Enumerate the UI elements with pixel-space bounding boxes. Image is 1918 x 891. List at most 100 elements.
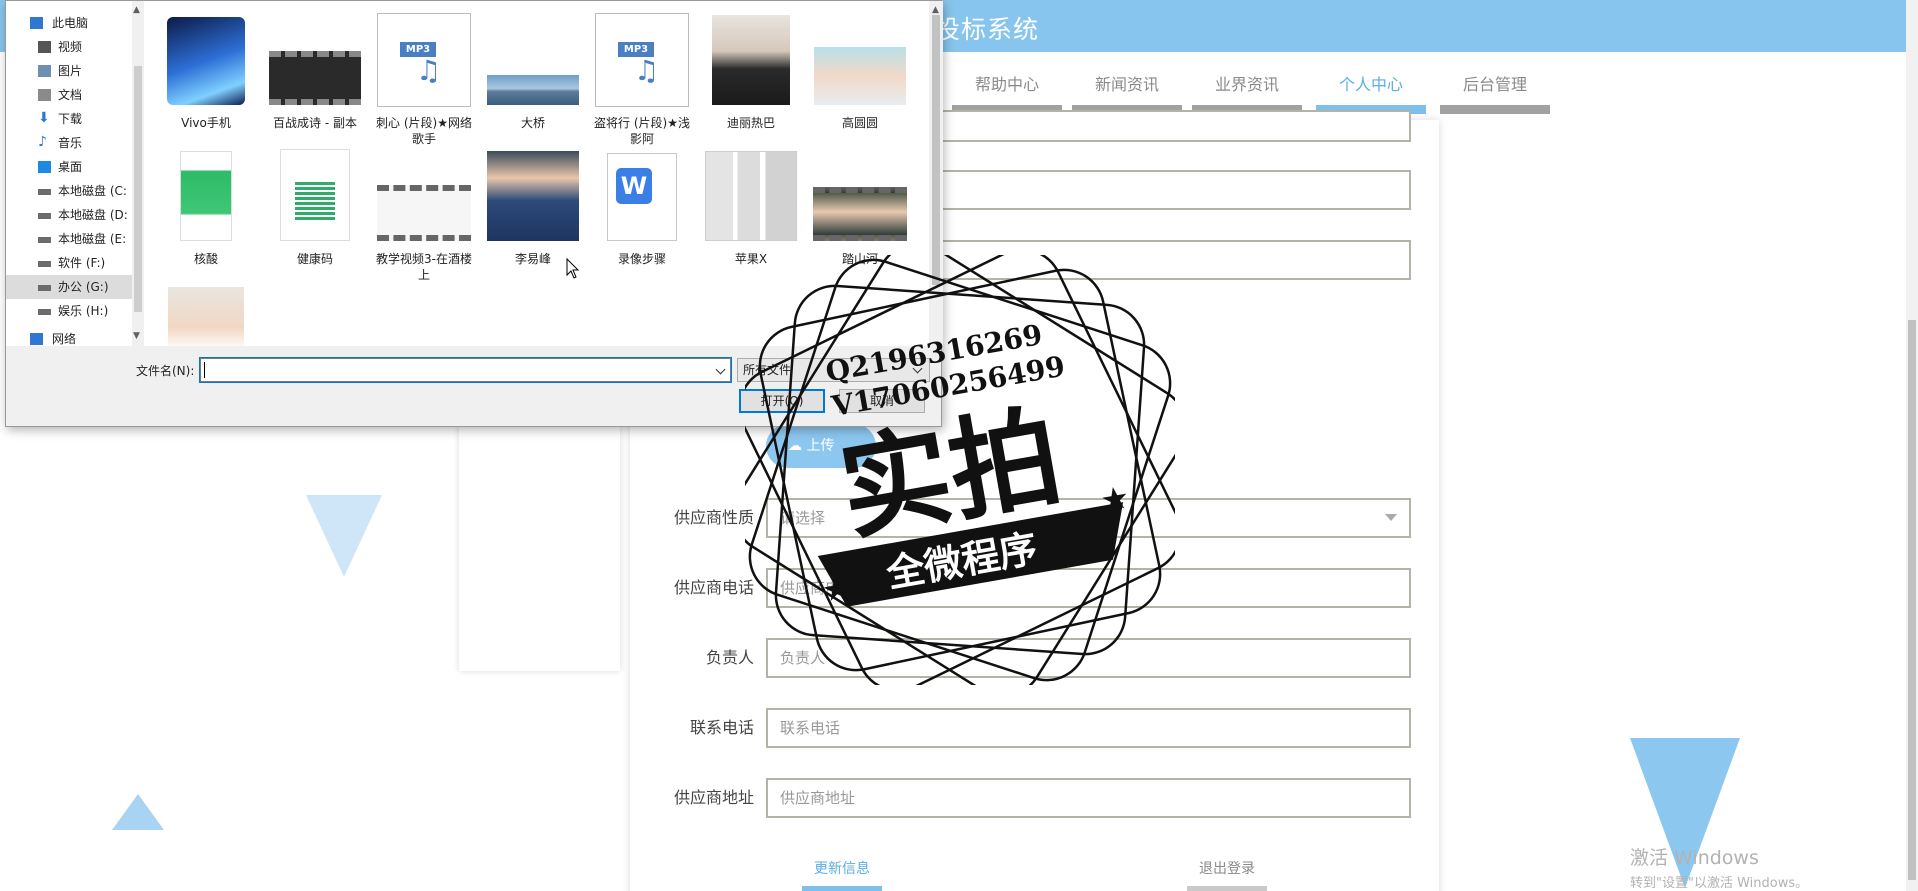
filename-input[interactable] (199, 357, 732, 383)
tree-drive-d[interactable]: 本地磁盘 (D: (6, 203, 134, 227)
tree-videos[interactable]: 视频 (6, 35, 134, 59)
contact-phone-label: 联系电话 (689, 718, 754, 737)
chevron-down-icon (1385, 514, 1397, 521)
tree-drive-h[interactable]: 娱乐 (H:) (6, 299, 134, 323)
scroll-up-icon: ▲ (133, 5, 140, 15)
download-icon: ⬇ (38, 110, 50, 126)
drive-icon (38, 285, 51, 291)
text-caret (204, 362, 205, 378)
tree-network[interactable]: 网络 (6, 331, 134, 347)
nav-personal-center[interactable]: 个人中心 (1316, 72, 1426, 114)
video-thumbnail (813, 187, 907, 241)
open-button[interactable]: 打开(O) (739, 389, 825, 413)
phone-thumbnail (167, 17, 245, 105)
supplier-type-label: 供应商性质 (673, 508, 754, 527)
chevron-down-icon (912, 363, 923, 374)
supplier-phone-input[interactable]: 供应商电话 (766, 568, 1411, 608)
network-icon (30, 333, 43, 345)
tree-desktop[interactable]: 桌面 (6, 155, 134, 179)
file-item[interactable]: 核酸 (154, 147, 258, 281)
site-title: 投标系统 (935, 15, 1040, 44)
tree-downloads[interactable]: ⬇ 下载 (6, 107, 134, 131)
update-info-button[interactable]: 更新信息 (802, 858, 882, 891)
desktop-icon (38, 161, 51, 173)
file-item[interactable]: W 录像步骤 (590, 147, 694, 281)
manager-input[interactable]: 负责人 (766, 638, 1411, 678)
file-item[interactable] (154, 283, 258, 346)
file-item[interactable]: 教学视频3-在酒楼上 (372, 147, 476, 282)
tree-music[interactable]: ♪ 音乐 (6, 131, 134, 155)
file-item[interactable]: 大桥 (481, 11, 585, 145)
video-thumbnail (377, 185, 471, 241)
tree-drive-f[interactable]: 软件 (F:) (6, 251, 134, 275)
bridge-thumbnail (487, 75, 579, 105)
photo-thumbnail (712, 15, 790, 105)
drive-icon (38, 309, 51, 315)
wps-document-icon: W (607, 153, 677, 241)
drive-icon (38, 213, 51, 219)
drive-icon (38, 237, 51, 243)
cloud-upload-icon: ☁ (788, 438, 802, 454)
scroll-down-icon: ▼ (133, 331, 140, 341)
file-item[interactable]: 高圆圆 (808, 11, 912, 145)
file-item[interactable]: Vivo手机 (154, 11, 258, 145)
tree-this-pc[interactable]: 此电脑 (6, 11, 134, 35)
file-item[interactable]: 百战成诗 - 副本 (263, 11, 367, 145)
filename-label: 文件名(N): (136, 364, 195, 378)
supplier-address-label: 供应商地址 (673, 788, 754, 807)
qr-code-thumbnail (280, 149, 350, 241)
file-item[interactable]: 苹果X (699, 147, 803, 281)
documents-folder-icon (38, 89, 51, 101)
cancel-button[interactable]: 取消 (839, 389, 925, 413)
phone-thumbnail (705, 151, 797, 241)
nav-news[interactable]: 新闻资讯 (1072, 72, 1182, 114)
file-open-dialog: 此电脑 视频 图片 文档 ⬇ 下载 ♪ 音乐 桌面 本地磁盘 (C: 本地磁盘 (D… (5, 0, 943, 427)
upload-button[interactable]: ☁ 上传 (766, 424, 876, 468)
decor-triangle (306, 495, 382, 577)
photo-thumbnail (168, 287, 244, 346)
windows-activation-watermark: 激活 Windows 转到"设置"以激活 Windows。 (1630, 847, 1809, 891)
video-folder-icon (38, 41, 51, 53)
nav-admin[interactable]: 后台管理 (1440, 72, 1550, 114)
pictures-folder-icon (38, 65, 51, 77)
side-panel (459, 400, 620, 671)
file-item[interactable]: MP3 ♫ 盗将行 (片段)★浅影阿 (590, 11, 694, 146)
contact-phone-input[interactable]: 联系电话 (766, 708, 1411, 748)
tree-drive-c[interactable]: 本地磁盘 (C: (6, 179, 134, 203)
page-scrollbar[interactable] (1906, 0, 1918, 891)
decor-triangle (112, 794, 164, 830)
photo-thumbnail (487, 151, 579, 241)
video-thumbnail (269, 51, 361, 105)
drive-icon (38, 189, 51, 195)
logout-button[interactable]: 退出登录 (1187, 858, 1267, 891)
tree-drive-e[interactable]: 本地磁盘 (E: (6, 227, 134, 251)
navigation-pane: 此电脑 视频 图片 文档 ⬇ 下载 ♪ 音乐 桌面 本地磁盘 (C: 本地磁盘 (D… (6, 1, 144, 347)
file-list-scrollbar[interactable]: ▲ (929, 1, 943, 346)
screenshot-thumbnail (180, 151, 232, 241)
photo-thumbnail (814, 47, 906, 105)
file-list: Vivo手机 百战成诗 - 副本 MP3 ♫ 刺心 (片段)★网络歌手 大桥 MP… (144, 1, 929, 346)
drive-icon (38, 261, 51, 267)
mp3-icon: MP3 ♫ (595, 13, 689, 107)
file-item[interactable]: 迪丽热巴 (699, 11, 803, 145)
chevron-down-icon[interactable] (715, 364, 726, 375)
manager-label: 负责人 (705, 648, 754, 667)
tree-pictures[interactable]: 图片 (6, 59, 134, 83)
nav-industry[interactable]: 业界资讯 (1192, 72, 1302, 114)
navigation-scrollbar[interactable]: ▲ ▼ (132, 1, 144, 346)
supplier-address-input[interactable]: 供应商地址 (766, 778, 1411, 818)
mp3-icon: MP3 ♫ (377, 13, 471, 107)
scroll-up-icon: ▲ (932, 5, 939, 15)
supplier-type-select[interactable]: 请选择 (766, 498, 1411, 538)
supplier-phone-label: 供应商电话 (673, 578, 754, 597)
file-item[interactable]: MP3 ♫ 刺心 (片段)★网络歌手 (372, 11, 476, 146)
filetype-select[interactable]: 所有文件 (737, 358, 930, 382)
mouse-cursor-icon (566, 258, 580, 279)
computer-icon (30, 17, 43, 29)
music-icon: ♪ (38, 134, 47, 150)
file-item[interactable]: 健康码 (263, 147, 367, 281)
file-item[interactable]: 踏山河 (808, 147, 912, 281)
tree-documents[interactable]: 文档 (6, 83, 134, 107)
tree-drive-g[interactable]: 办公 (G:) (6, 275, 134, 299)
nav-help[interactable]: 帮助中心 (952, 72, 1062, 114)
